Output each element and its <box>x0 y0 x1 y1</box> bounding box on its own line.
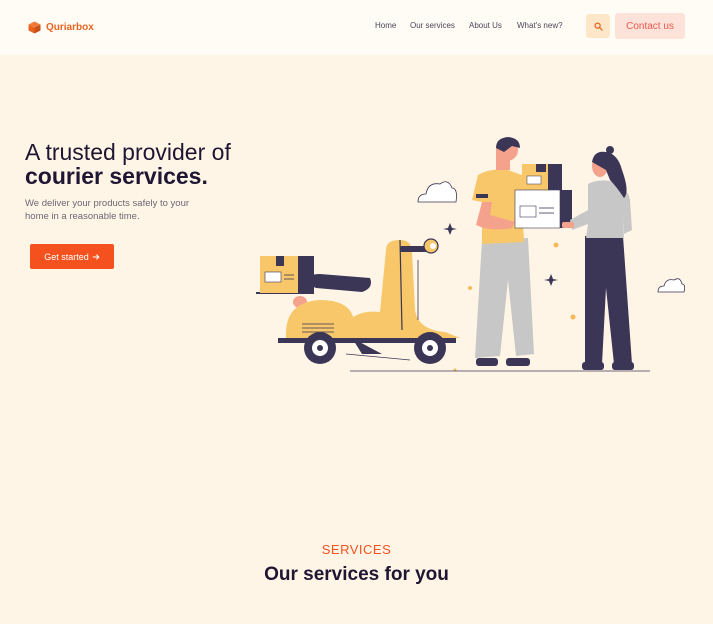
nav-link-about-us[interactable]: About Us <box>469 21 502 30</box>
hero-title-line1: A trusted provider of <box>25 139 231 165</box>
services-title: Our services for you <box>264 564 449 585</box>
recipient-woman-illustration <box>562 146 634 370</box>
nav-link-home[interactable]: Home <box>375 21 396 30</box>
search-button[interactable] <box>586 14 610 38</box>
get-started-button[interactable]: Get started <box>30 244 114 269</box>
scooter-illustration <box>256 238 460 364</box>
delivery-man-illustration <box>472 137 572 366</box>
nav-link-our-services[interactable]: Our services <box>410 21 455 30</box>
arrow-right-icon <box>92 253 100 260</box>
get-started-label: Get started <box>44 251 89 262</box>
hero-title-line2: courier services. <box>25 163 208 189</box>
navbar: Quriarbox Home Our services About Us Wha… <box>0 0 713 55</box>
dot-decoration <box>570 314 576 320</box>
dot-decoration <box>553 242 559 248</box>
cloud-icon <box>417 181 457 203</box>
brand-name: Quriarbox <box>46 22 94 33</box>
box-icon <box>28 21 41 34</box>
nav-link-whats-new[interactable]: What's new? <box>517 21 563 30</box>
hero-description: We deliver your products safely to your … <box>25 198 190 222</box>
courier-illustration <box>256 137 686 372</box>
services-eyebrow: SERVICES <box>321 542 392 557</box>
brand-logo[interactable]: Quriarbox <box>28 21 94 34</box>
dot-decoration <box>468 286 472 290</box>
search-icon <box>593 21 603 31</box>
cloud-icon <box>657 278 686 293</box>
contact-button[interactable]: Contact us <box>615 13 685 39</box>
